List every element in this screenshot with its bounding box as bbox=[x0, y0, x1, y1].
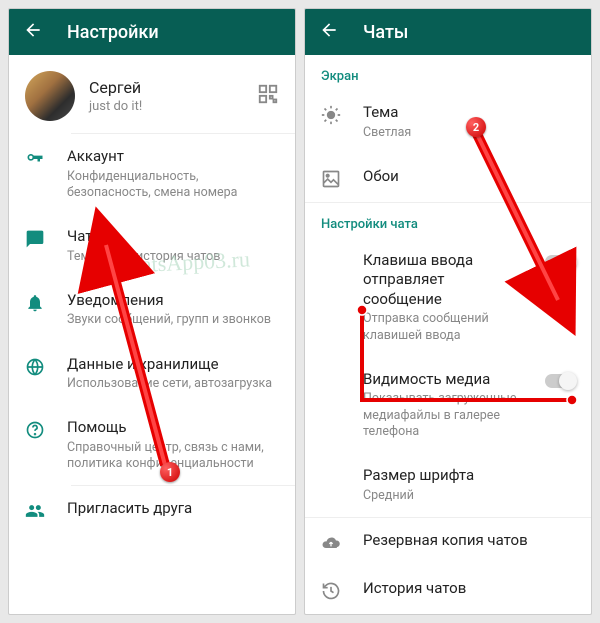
menu-help[interactable]: Помощь Справочный центр, связь с нами, п… bbox=[9, 405, 295, 485]
header: Настройки bbox=[9, 9, 295, 55]
menu-sub: Светлая bbox=[363, 125, 575, 141]
header: Чаты bbox=[305, 9, 591, 55]
menu-title: Резервная копия чатов bbox=[363, 531, 575, 551]
menu-font-size[interactable]: Размер шрифта Средний bbox=[305, 453, 591, 517]
menu-title: Пригласить друга bbox=[67, 499, 279, 519]
menu-sub: Использование сети, автозагрузка bbox=[67, 376, 279, 392]
profile-text: Сергей just do it! bbox=[89, 78, 243, 114]
menu-storage[interactable]: Данные и хранилище Использование сети, а… bbox=[9, 342, 295, 406]
spacer-icon bbox=[321, 372, 341, 392]
menu-history[interactable]: История чатов bbox=[305, 566, 591, 614]
spacer-icon bbox=[321, 468, 341, 488]
menu-title: Помощь bbox=[67, 418, 279, 438]
menu-sub: Справочный центр, связь с нами, политика… bbox=[67, 440, 279, 473]
menu-sub: Звуки сообщений, групп и звонков bbox=[67, 312, 279, 328]
chats-settings-screen: Чаты Экран Тема Светлая Обои Настройки ч… bbox=[304, 8, 592, 615]
menu-sub: Тема, обои, история чатов bbox=[67, 249, 279, 265]
menu-sub: Конфиденциальность, безопасность, смена … bbox=[67, 169, 279, 202]
menu-title: Данные и хранилище bbox=[67, 355, 279, 375]
settings-screen: Настройки Сергей just do it! Аккаунт Кон… bbox=[8, 8, 296, 615]
bell-icon bbox=[25, 293, 45, 313]
wallpaper-icon bbox=[321, 169, 341, 189]
menu-title: Аккаунт bbox=[67, 147, 279, 167]
menu-sub: Отправка сообщений клавишей ввода bbox=[363, 311, 523, 344]
menu-title: История чатов bbox=[363, 579, 575, 599]
qr-icon[interactable] bbox=[257, 83, 279, 109]
cloud-icon bbox=[321, 533, 341, 553]
avatar bbox=[25, 71, 75, 121]
back-icon[interactable] bbox=[23, 20, 43, 44]
toggle-enter-send[interactable] bbox=[545, 255, 575, 269]
menu-sub: Показывать загруженные медиафайлы в гале… bbox=[363, 391, 523, 440]
theme-icon bbox=[321, 105, 341, 125]
history-icon bbox=[321, 581, 341, 601]
menu-title: Обои bbox=[363, 167, 575, 187]
key-icon bbox=[25, 149, 45, 169]
help-icon bbox=[25, 420, 45, 440]
menu-account[interactable]: Аккаунт Конфиденциальность, безопасность… bbox=[9, 134, 295, 214]
menu-enter-send[interactable]: Клавиша ввода отправляет сообщение Отпра… bbox=[305, 238, 591, 357]
profile-row[interactable]: Сергей just do it! bbox=[9, 55, 295, 133]
menu-sub: Средний bbox=[363, 488, 575, 504]
menu-title: Уведомления bbox=[67, 291, 279, 311]
menu-title: Клавиша ввода отправляет сообщение bbox=[363, 251, 523, 310]
spacer-icon bbox=[321, 253, 341, 273]
menu-chats[interactable]: Чаты Тема, обои, история чатов bbox=[9, 214, 295, 278]
menu-title: Размер шрифта bbox=[363, 466, 575, 486]
profile-name: Сергей bbox=[89, 78, 243, 97]
menu-title: Видимость медиа bbox=[363, 370, 523, 390]
chat-icon bbox=[25, 229, 45, 249]
header-title: Настройки bbox=[67, 22, 159, 43]
section-chat: Настройки чата bbox=[305, 203, 591, 238]
profile-status: just do it! bbox=[89, 99, 243, 114]
menu-wallpaper[interactable]: Обои bbox=[305, 154, 591, 202]
section-screen: Экран bbox=[305, 55, 591, 90]
menu-title: Тема bbox=[363, 103, 575, 123]
menu-theme[interactable]: Тема Светлая bbox=[305, 90, 591, 154]
people-icon bbox=[25, 501, 45, 521]
data-icon bbox=[25, 357, 45, 377]
toggle-media-visibility[interactable] bbox=[545, 374, 575, 388]
menu-notifications[interactable]: Уведомления Звуки сообщений, групп и зво… bbox=[9, 278, 295, 342]
back-icon[interactable] bbox=[319, 20, 339, 44]
menu-title: Чаты bbox=[67, 227, 279, 247]
menu-media-visibility[interactable]: Видимость медиа Показывать загруженные м… bbox=[305, 357, 591, 453]
menu-invite[interactable]: Пригласить друга bbox=[9, 486, 295, 534]
header-title: Чаты bbox=[363, 22, 408, 43]
